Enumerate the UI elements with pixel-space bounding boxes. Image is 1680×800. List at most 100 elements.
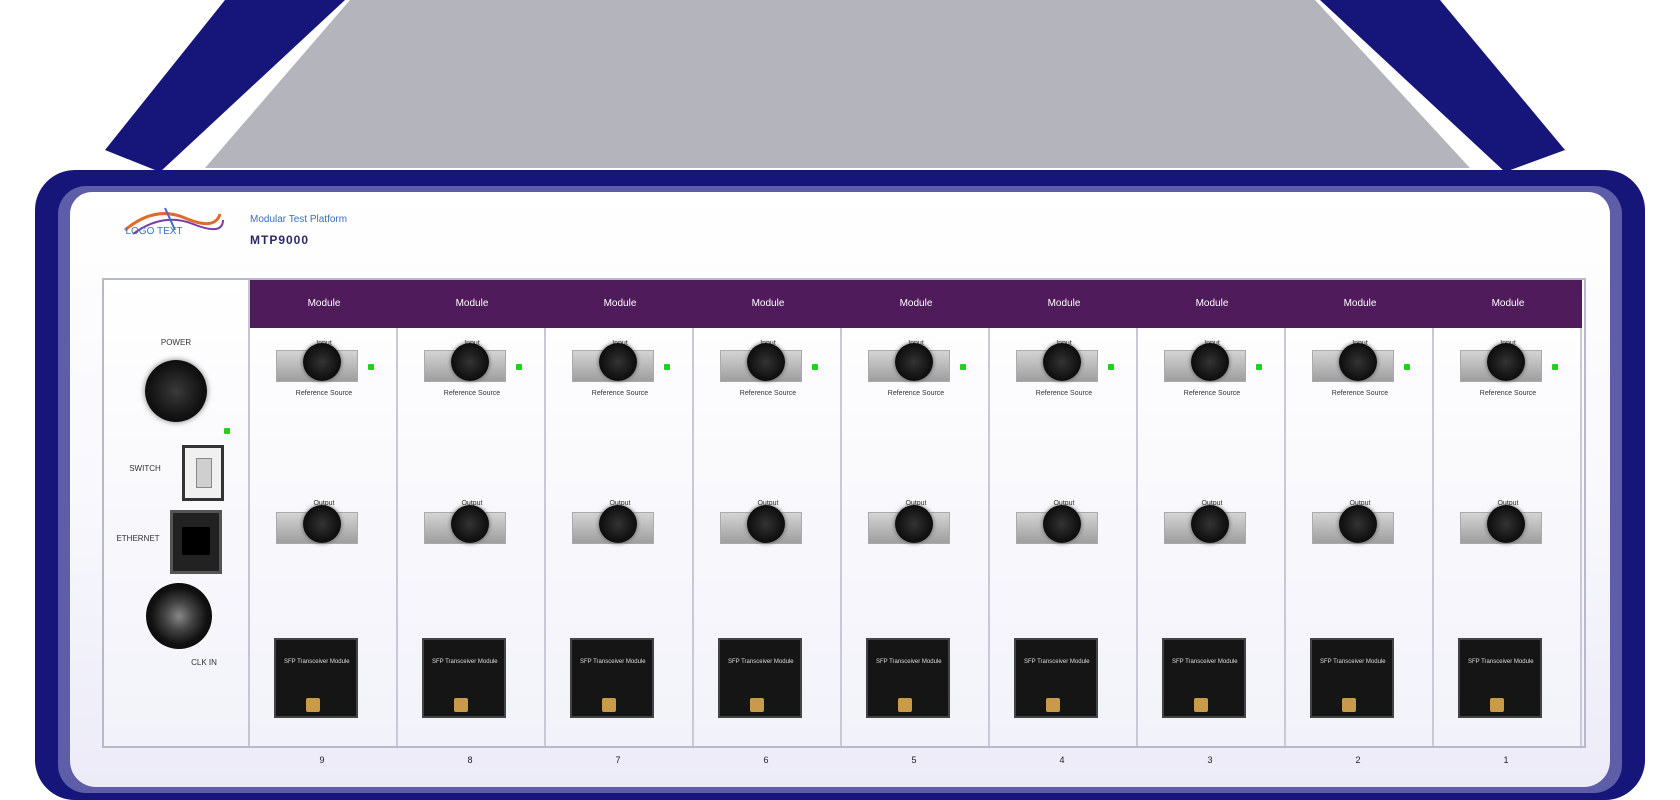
reference-caption: Reference Source [295,390,353,397]
sfp-label: SFP Transceiver Module [1320,659,1386,665]
port-led [960,364,966,370]
module-slot: ModuleInputReference SourceOutputSFP Tra… [398,280,546,746]
slot-number: 8 [467,755,473,765]
module-header: Module [842,280,990,328]
ethernet-port-icon[interactable] [170,510,222,574]
sfp-cage[interactable]: SFP Transceiver Module [1162,638,1246,718]
output-port[interactable] [1016,505,1098,544]
connector-icon [1339,505,1377,543]
input-port[interactable] [276,343,358,382]
input-port[interactable] [1164,343,1246,382]
sfp-label: SFP Transceiver Module [580,659,646,665]
output-port[interactable] [572,505,654,544]
port-led [516,364,522,370]
module-header: Module [1434,280,1582,328]
product-series: Modular Test Platform [250,214,348,225]
module-header: Module [546,280,694,328]
slot-number: 1 [1503,755,1509,765]
sfp-cage[interactable]: SFP Transceiver Module [1014,638,1098,718]
logo-text: LOGO TEXT [125,226,183,237]
connector-icon [1043,505,1081,543]
bnc-connector-icon[interactable] [146,583,212,649]
device-illustration: LOGO TEXT Modular Test Platform MTP9000 … [0,0,1680,800]
port-led [1552,364,1558,370]
output-port[interactable] [1312,505,1394,544]
input-port[interactable] [1312,343,1394,382]
bnc-label: CLK IN [191,658,217,667]
port-led [1256,364,1262,370]
sfp-label: SFP Transceiver Module [432,659,498,665]
sfp-label: SFP Transceiver Module [1024,659,1090,665]
port-led [1108,364,1114,370]
module-header: Module [990,280,1138,328]
input-port[interactable] [868,343,950,382]
output-port[interactable] [276,505,358,544]
sfp-label: SFP Transceiver Module [1468,659,1534,665]
module-divider [1580,328,1582,746]
input-port[interactable] [424,343,506,382]
slot-number: 3 [1207,755,1213,765]
connector-icon [303,343,341,381]
connector-icon [451,505,489,543]
module-slot: ModuleInputReference SourceOutputSFP Tra… [1286,280,1434,746]
switch-label: SWITCH [129,464,161,473]
control-panel: POWER SWITCH ETHERNET CLK IN [104,280,250,746]
output-port[interactable] [1164,505,1246,544]
output-port[interactable] [424,505,506,544]
reference-caption: Reference Source [1331,390,1389,397]
module-slot: ModuleInputReference SourceOutputSFP Tra… [1138,280,1286,746]
sfp-latch-icon [306,698,320,712]
slot-number: 5 [911,755,917,765]
input-port[interactable] [1460,343,1542,382]
sfp-latch-icon [750,698,764,712]
sfp-label: SFP Transceiver Module [1172,659,1238,665]
connector-icon [451,343,489,381]
output-port[interactable] [868,505,950,544]
sfp-cage[interactable]: SFP Transceiver Module [1458,638,1542,718]
sfp-cage[interactable]: SFP Transceiver Module [1310,638,1394,718]
port-led [1404,364,1410,370]
sfp-latch-icon [1490,698,1504,712]
connector-icon [1191,505,1229,543]
reference-caption: Reference Source [591,390,649,397]
connector-icon [1339,343,1377,381]
connector-icon [747,343,785,381]
input-port[interactable] [572,343,654,382]
output-port[interactable] [720,505,802,544]
sfp-latch-icon [454,698,468,712]
slot-number: 9 [319,755,325,765]
toggle-switch-icon[interactable] [182,445,224,501]
output-port[interactable] [1460,505,1542,544]
input-port[interactable] [720,343,802,382]
connector-icon [895,343,933,381]
sfp-cage[interactable]: SFP Transceiver Module [718,638,802,718]
reference-caption: Reference Source [1035,390,1093,397]
module-slot: ModuleInputReference SourceOutputSFP Tra… [990,280,1138,746]
connector-icon [747,505,785,543]
module-slot: ModuleInputReference SourceOutputSFP Tra… [1434,280,1582,746]
sfp-cage[interactable]: SFP Transceiver Module [866,638,950,718]
sfp-latch-icon [1046,698,1060,712]
slot-number: 2 [1355,755,1361,765]
reference-caption: Reference Source [739,390,797,397]
port-led [368,364,374,370]
input-port[interactable] [1016,343,1098,382]
sfp-latch-icon [1342,698,1356,712]
status-led [224,428,230,434]
reference-caption: Reference Source [1479,390,1537,397]
sfp-cage[interactable]: SFP Transceiver Module [422,638,506,718]
power-knob-label: POWER [160,338,192,347]
sfp-cage[interactable]: SFP Transceiver Module [274,638,358,718]
connector-icon [895,505,933,543]
module-rack: POWER SWITCH ETHERNET CLK IN ModuleInput… [102,278,1586,748]
sfp-latch-icon [1194,698,1208,712]
module-slot: ModuleInputReference SourceOutputSFP Tra… [546,280,694,746]
connector-icon [1043,343,1081,381]
connector-icon [599,343,637,381]
power-knob-icon[interactable] [145,360,207,422]
ethernet-label: ETHERNET [116,534,160,543]
sfp-label: SFP Transceiver Module [876,659,942,665]
module-header: Module [250,280,398,328]
slot-number: 6 [763,755,769,765]
sfp-cage[interactable]: SFP Transceiver Module [570,638,654,718]
